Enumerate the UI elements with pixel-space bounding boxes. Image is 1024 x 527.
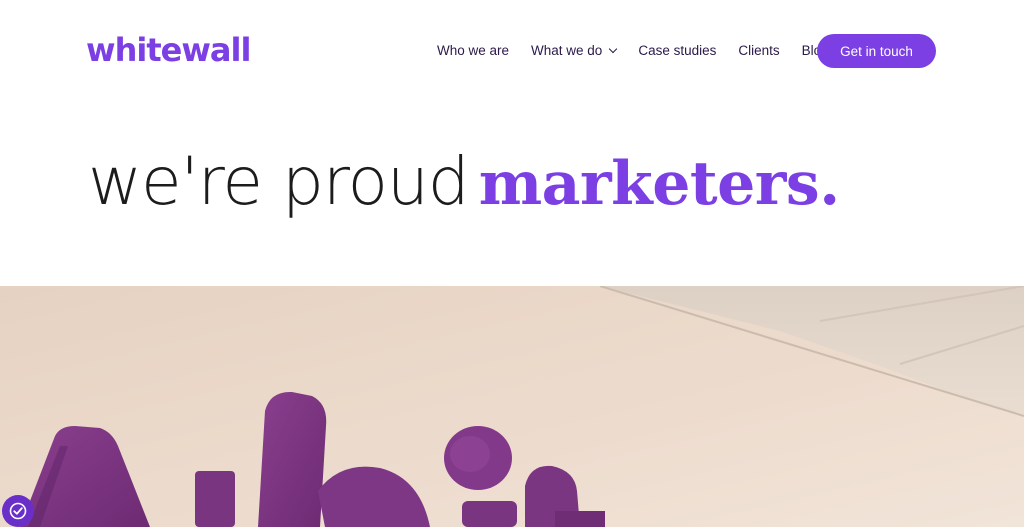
- hero-photo: [0, 286, 1024, 527]
- hero-title: we're proud marketers.: [88, 140, 840, 235]
- logo[interactable]: whitewall: [86, 28, 251, 72]
- hero-title-light: we're proud: [88, 143, 470, 220]
- nav-item-label: Who we are: [437, 42, 510, 58]
- office-sign-image: [0, 286, 1024, 527]
- site-header: whitewall Who we are What we do Case stu…: [0, 0, 1024, 100]
- nav-item-label: Clients: [738, 42, 780, 58]
- nav-item-label: What we do: [531, 42, 603, 58]
- accessibility-button[interactable]: [2, 495, 34, 527]
- chevron-down-icon: [609, 44, 618, 53]
- nav-item-what-we-do[interactable]: What we do: [531, 42, 618, 58]
- get-in-touch-button[interactable]: Get in touch: [817, 34, 936, 68]
- nav-item-label: Case studies: [638, 42, 717, 58]
- nav-item-case-studies[interactable]: Case studies: [638, 43, 716, 58]
- accessibility-icon: [9, 502, 27, 520]
- main-nav: Who we are What we do Case studies Clien…: [437, 40, 851, 60]
- nav-item-who-we-are[interactable]: Who we are: [437, 43, 509, 58]
- nav-item-clients[interactable]: Clients: [738, 43, 779, 58]
- hero-title-bold: marketers.: [478, 149, 840, 219]
